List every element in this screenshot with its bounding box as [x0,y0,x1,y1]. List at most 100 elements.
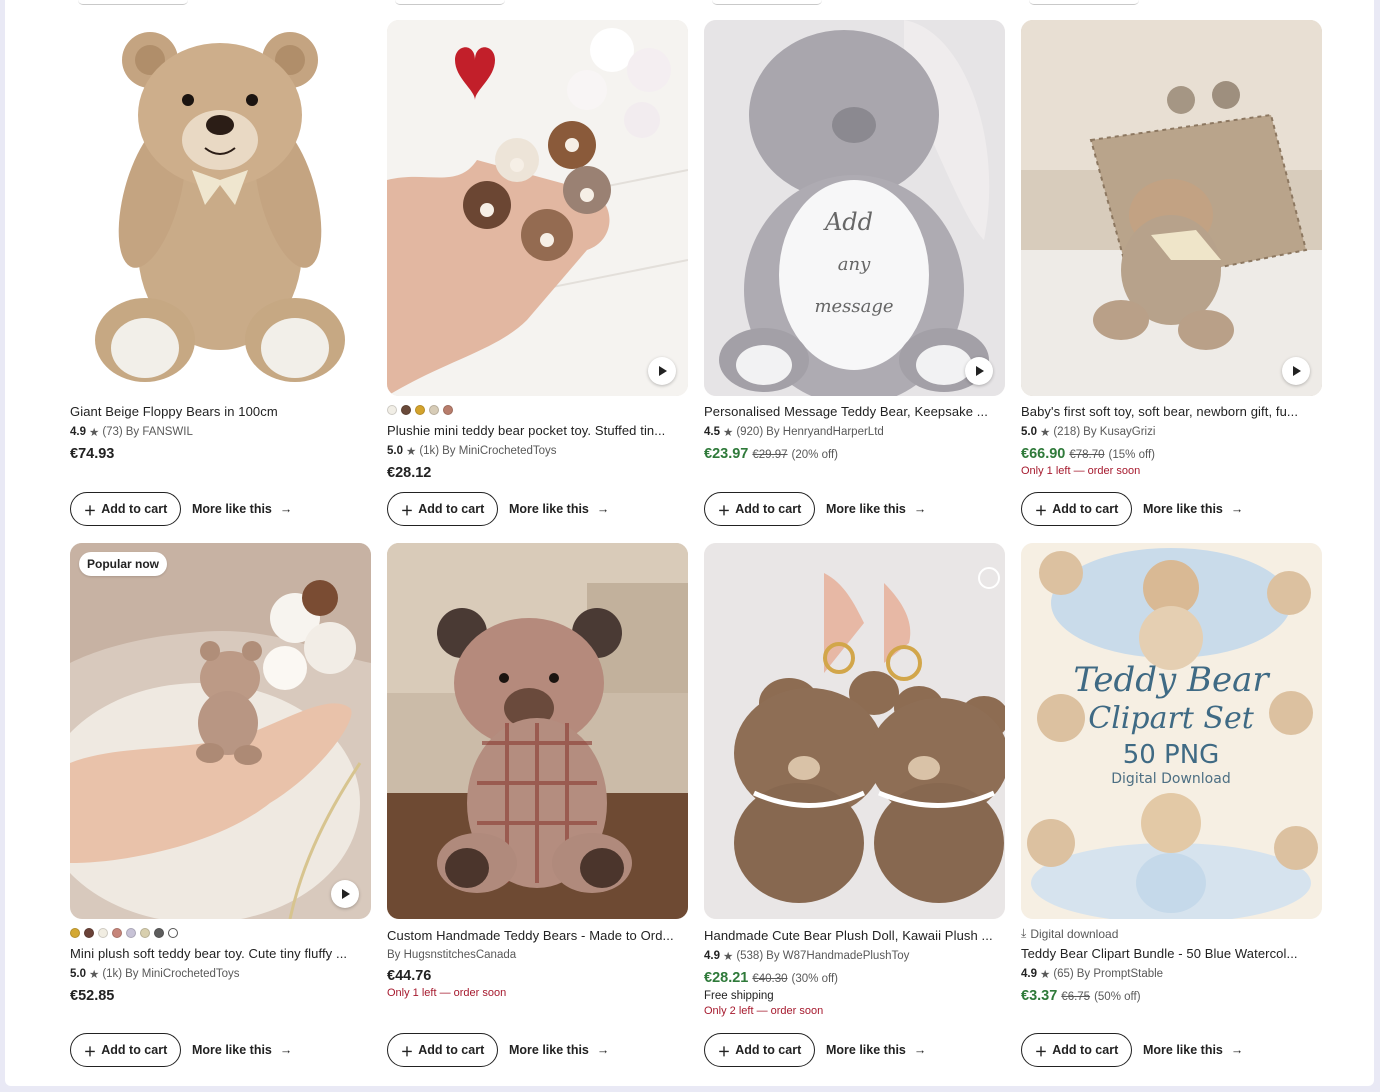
play-video-button[interactable] [648,357,676,385]
add-to-cart-button[interactable]: ＋ Add to cart [1021,492,1132,526]
bear-on-pillow-image [1021,20,1322,396]
listing-card[interactable]: Teddy Bear Clipart Set 50 PNG Digital Do… [1021,543,1322,1067]
listing-title[interactable]: Handmade Cute Bear Plush Doll, Kawaii Pl… [704,928,1005,943]
add-to-cart-label: Add to cart [418,1043,485,1057]
review-count: (218) [1053,426,1081,438]
listing-image[interactable] [1021,20,1322,396]
free-shipping-label: Free shipping [704,990,774,1002]
add-to-cart-button[interactable]: ＋ Add to cart [70,1033,181,1067]
more-like-this-label: More like this [826,502,906,516]
play-video-button[interactable] [1282,357,1310,385]
shop-name[interactable]: By HenryandHarperLtd [766,426,884,438]
add-to-cart-button[interactable]: ＋ Add to cart [704,1033,815,1067]
listing-image[interactable]: Add any message [704,20,1005,396]
listing-card[interactable]: Custom Handmade Teddy Bears - Made to Or… [387,543,688,1067]
color-swatch[interactable] [429,405,439,415]
rating-value: 4.9 [70,426,86,438]
listing-image[interactable]: Popular now [70,543,371,919]
shop-name[interactable]: By FANSWIL [126,426,193,438]
more-like-this-link[interactable]: More like this → [509,492,609,526]
review-count: (1k) [102,968,123,980]
listing-rating-row: 4.5 ★ (920) By HenryandHarperLtd [704,425,1005,439]
listing-title[interactable]: Teddy Bear Clipart Bundle - 50 Blue Wate… [1021,946,1322,961]
color-swatch[interactable] [70,928,80,938]
color-swatch[interactable] [415,405,425,415]
listing-price: €44.76 [387,968,688,984]
card-actions: ＋ Add to cart More like this → [1021,492,1243,526]
color-swatch[interactable] [168,928,178,938]
arrow-right-icon: → [279,1043,293,1057]
more-like-this-label: More like this [509,1043,589,1057]
shop-name[interactable]: By PromptStable [1077,968,1163,980]
listing-card[interactable]: Handmade Cute Bear Plush Doll, Kawaii Pl… [704,543,1005,1067]
shop-name[interactable]: By KusayGrizi [1083,426,1155,438]
plus-icon: ＋ [83,503,97,518]
listing-image[interactable] [70,20,371,396]
listing-card[interactable]: Plushie mini teddy bear pocket toy. Stuf… [387,20,688,526]
listing-image[interactable] [387,543,688,919]
color-swatch[interactable] [401,405,411,415]
listing-card[interactable]: Add any message Personalised Message Ted… [704,20,1005,526]
listing-title[interactable]: Custom Handmade Teddy Bears - Made to Or… [387,928,688,943]
listing-title[interactable]: Giant Beige Floppy Bears in 100cm [70,404,371,419]
add-to-cart-button[interactable]: ＋ Add to cart [1021,1033,1132,1067]
listing-title[interactable]: Baby's first soft toy, soft bear, newbor… [1021,404,1322,419]
add-to-cart-button[interactable]: ＋ Add to cart [387,1033,498,1067]
color-swatch[interactable] [154,928,164,938]
shop-name[interactable]: By W87HandmadePlushToy [766,950,909,962]
plaid-teddy-bear-image [387,543,688,919]
listing-price: €28.12 [387,465,688,481]
arrow-right-icon: → [913,1043,927,1057]
color-swatch[interactable] [84,928,94,938]
listing-image[interactable]: Teddy Bear Clipart Set 50 PNG Digital Do… [1021,543,1322,919]
add-to-cart-button[interactable]: ＋ Add to cart [704,492,815,526]
card-actions: ＋ Add to cart More like this → [387,1033,609,1067]
listing-card[interactable]: Popular now Mini plush soft teddy bear t… [70,543,371,1067]
more-like-this-link[interactable]: More like this → [192,492,292,526]
color-swatch[interactable] [387,405,397,415]
more-like-this-link[interactable]: More like this → [826,1033,926,1067]
more-like-this-link[interactable]: More like this → [826,492,926,526]
color-swatch[interactable] [126,928,136,938]
more-like-this-label: More like this [1143,1043,1223,1057]
card-actions: ＋ Add to cart More like this → [387,492,609,526]
more-like-this-link[interactable]: More like this → [509,1033,609,1067]
rating-value: 5.0 [70,968,86,980]
sale-price: €3.37 [1021,988,1058,1004]
sale-price: €23.97 [704,446,749,462]
listing-image[interactable] [704,543,1005,919]
previous-row-button-edge [1029,0,1139,5]
more-like-this-link[interactable]: More like this → [1143,1033,1243,1067]
plus-icon: ＋ [1034,503,1048,518]
sale-price: €28.21 [704,970,749,986]
image-text-line: Add [823,208,873,236]
review-count: (1k) [419,445,440,457]
scarcity-notice: Only 1 left — order soon [387,987,507,999]
review-count: (538) [736,950,764,962]
color-swatch[interactable] [443,405,453,415]
play-video-button[interactable] [965,357,993,385]
review-count: (73) [102,426,123,438]
color-swatch[interactable] [98,928,108,938]
listing-title[interactable]: Plushie mini teddy bear pocket toy. Stuf… [387,423,688,438]
popular-now-badge: Popular now [79,552,167,576]
image-text-line: any [838,254,871,275]
shop-name[interactable]: By MiniCrochetedToys [442,445,556,457]
more-like-this-link[interactable]: More like this → [1143,492,1243,526]
listing-title[interactable]: Personalised Message Teddy Bear, Keepsak… [704,404,1005,419]
more-like-this-link[interactable]: More like this → [192,1033,292,1067]
star-icon: ★ [89,969,100,981]
listing-card[interactable]: Giant Beige Floppy Bears in 100cm 4.9 ★ … [70,20,371,526]
star-icon: ★ [1040,969,1051,981]
shop-name[interactable]: By MiniCrochetedToys [125,968,239,980]
previous-row-button-edge [712,0,822,5]
add-to-cart-button[interactable]: ＋ Add to cart [70,492,181,526]
play-video-button[interactable] [331,880,359,908]
listing-image[interactable] [387,20,688,396]
shop-name[interactable]: By HugsnstitchesCanada [387,949,516,961]
color-swatch[interactable] [112,928,122,938]
add-to-cart-button[interactable]: ＋ Add to cart [387,492,498,526]
listing-title[interactable]: Mini plush soft teddy bear toy. Cute tin… [70,946,371,961]
color-swatch[interactable] [140,928,150,938]
listing-card[interactable]: Baby's first soft toy, soft bear, newbor… [1021,20,1322,526]
